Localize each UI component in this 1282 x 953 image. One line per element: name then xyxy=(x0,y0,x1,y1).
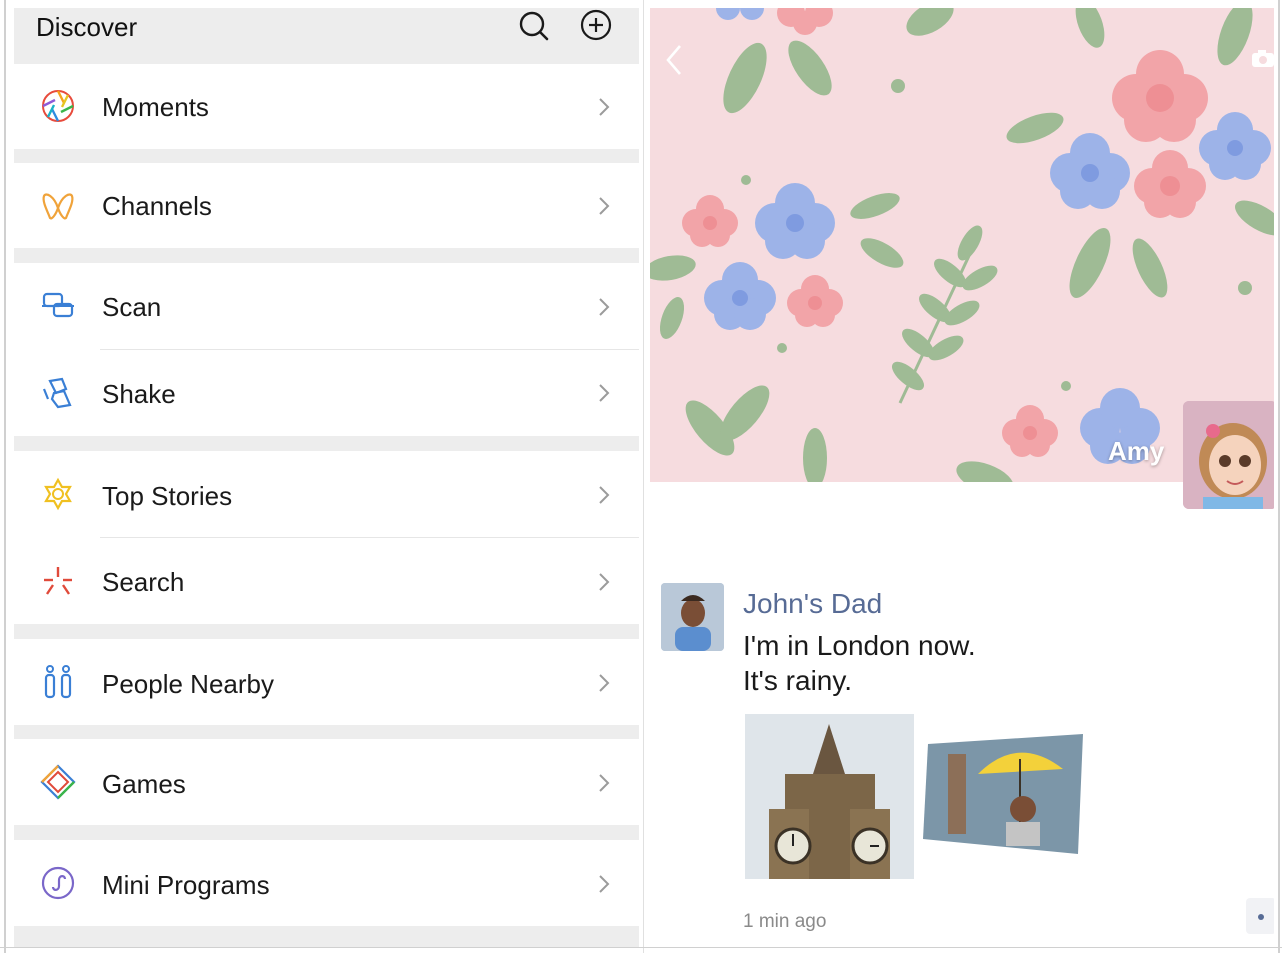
channels-butterfly-icon xyxy=(38,186,78,226)
post-photo-big-ben[interactable] xyxy=(745,714,914,879)
menu-item-search[interactable]: Search xyxy=(14,538,639,624)
profile-owner-name: Amy xyxy=(1108,436,1165,466)
chevron-right-icon xyxy=(594,97,614,117)
profile-avatar[interactable] xyxy=(1183,401,1274,509)
menu-item-label: Mini Programs xyxy=(102,870,270,900)
menu-item-moments[interactable]: Moments xyxy=(14,64,639,149)
discover-header: Discover xyxy=(14,8,639,62)
menu-item-label: Shake xyxy=(102,379,176,409)
page-title: Discover xyxy=(36,12,138,42)
post-text-line: I'm in London now. xyxy=(743,630,976,661)
window-frame-right xyxy=(1278,0,1280,953)
menu-item-label: People Nearby xyxy=(102,669,274,699)
post-more-options-icon[interactable] xyxy=(1246,898,1274,934)
menu-item-label: Top Stories xyxy=(102,481,233,511)
chevron-right-icon xyxy=(594,673,614,693)
author-avatar[interactable] xyxy=(661,583,724,651)
chevron-right-icon xyxy=(594,485,614,505)
plus-circle-icon[interactable] xyxy=(578,8,614,44)
menu-item-label: Scan xyxy=(102,292,162,322)
menu-item-label: Games xyxy=(102,769,186,799)
menu-item-shake[interactable]: Shake xyxy=(14,350,639,436)
games-icon xyxy=(38,762,78,802)
post-text-line: It's rainy. xyxy=(743,665,853,696)
floral-cover-illustration xyxy=(650,8,1274,482)
moments-pane: Amy John's Dad I'm in London now. It's r… xyxy=(650,8,1274,947)
menu-item-label: Moments xyxy=(102,92,209,122)
chevron-right-icon xyxy=(594,874,614,894)
post-photo-umbrella[interactable] xyxy=(918,714,1087,879)
menu-item-scan[interactable]: Scan xyxy=(14,263,639,350)
menu-item-channels[interactable]: Channels xyxy=(14,163,639,248)
post-text: I'm in London now. It's rainy. xyxy=(743,628,976,698)
mini-programs-icon xyxy=(38,863,78,903)
shake-icon xyxy=(38,373,78,413)
chevron-right-icon xyxy=(594,773,614,793)
top-stories-icon xyxy=(38,475,78,515)
chevron-right-icon xyxy=(594,383,614,403)
window-frame-bottom xyxy=(0,947,1282,948)
search-icon[interactable] xyxy=(516,8,552,44)
back-chevron-icon[interactable] xyxy=(660,40,690,80)
camera-icon[interactable] xyxy=(1250,46,1274,70)
discover-pane: Discover Moments Channels Scan Shake Top… xyxy=(14,8,639,947)
moments-aperture-icon xyxy=(38,86,78,126)
chevron-right-icon xyxy=(594,297,614,317)
menu-item-top-stories[interactable]: Top Stories xyxy=(14,451,639,538)
scan-icon xyxy=(38,286,78,326)
menu-item-people-nearby[interactable]: People Nearby xyxy=(14,639,639,725)
people-nearby-icon xyxy=(38,662,78,702)
post-author-name[interactable]: John's Dad xyxy=(743,588,882,620)
menu-item-games[interactable]: Games xyxy=(14,739,639,825)
cover-image[interactable] xyxy=(650,8,1274,482)
moments-post: John's Dad I'm in London now. It's rainy… xyxy=(650,568,1274,947)
pane-separator xyxy=(643,0,644,953)
chevron-right-icon xyxy=(594,572,614,592)
window-frame-left xyxy=(4,0,6,953)
menu-item-label: Search xyxy=(102,567,185,597)
post-timestamp: 1 min ago xyxy=(743,911,827,932)
menu-item-label: Channels xyxy=(102,191,212,221)
search-sparkle-icon xyxy=(38,561,78,601)
menu-item-mini-programs[interactable]: Mini Programs xyxy=(14,840,639,926)
chevron-right-icon xyxy=(594,196,614,216)
